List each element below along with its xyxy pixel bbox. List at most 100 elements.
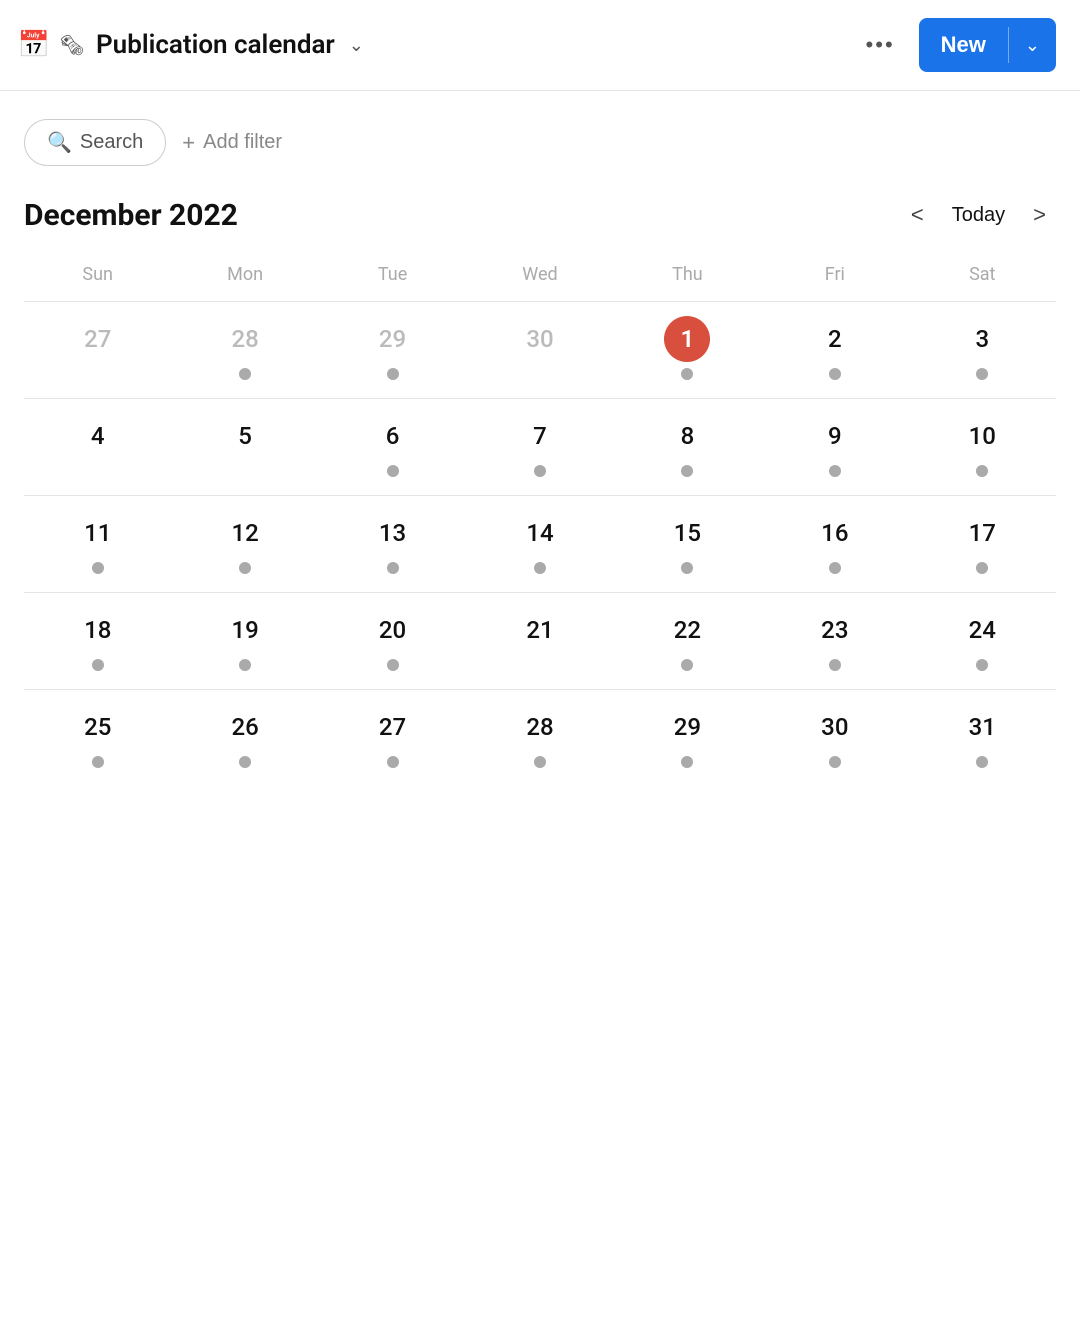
calendar-week: 4 5 6 7 8 910 — [24, 399, 1056, 496]
event-dot — [681, 368, 693, 380]
event-dot — [976, 756, 988, 768]
new-button[interactable]: New — [919, 18, 1008, 72]
day-number: 1 — [664, 316, 710, 362]
calendar-day[interactable]: 29 — [319, 302, 466, 399]
calendar-day[interactable]: 19 — [171, 593, 318, 690]
calendar-day[interactable]: 12 — [171, 496, 318, 593]
day-number: 15 — [664, 510, 710, 556]
day-number: 27 — [75, 316, 121, 362]
next-month-button[interactable]: > — [1023, 196, 1056, 234]
day-number: 21 — [517, 607, 563, 653]
search-button[interactable]: 🔍 Search — [24, 119, 166, 166]
prev-month-button[interactable]: < — [901, 196, 934, 234]
calendar-icon: 📅 — [16, 27, 52, 63]
calendar-day[interactable]: 22 — [614, 593, 761, 690]
day-number: 28 — [517, 704, 563, 750]
day-number: 8 — [664, 413, 710, 459]
calendar-section: December 2022 < Today > SunMonTueWedThuF… — [0, 176, 1080, 806]
event-dot — [534, 756, 546, 768]
calendar-day[interactable]: 9 — [761, 399, 908, 496]
event-dot — [387, 659, 399, 671]
calendar-day[interactable]: 1 — [614, 302, 761, 399]
day-number: 5 — [222, 413, 268, 459]
day-number: 29 — [664, 704, 710, 750]
calendar-day[interactable]: 23 — [761, 593, 908, 690]
calendar-day[interactable]: 21 — [466, 593, 613, 690]
calendar-day[interactable]: 25 — [24, 690, 171, 787]
calendar-day[interactable]: 24 — [909, 593, 1056, 690]
calendar-day[interactable]: 4 — [24, 399, 171, 496]
calendar-week: 1112 13 14 15 16 17 — [24, 496, 1056, 593]
day-header: Mon — [171, 264, 318, 302]
calendar-day[interactable]: 30 — [466, 302, 613, 399]
title-chevron-icon[interactable]: ⌄ — [349, 35, 364, 56]
calendar-day[interactable]: 7 — [466, 399, 613, 496]
calendar-day[interactable]: 15 — [614, 496, 761, 593]
calendar-day[interactable]: 31 — [909, 690, 1056, 787]
event-dot — [829, 465, 841, 477]
new-button-group: New ⌄ — [919, 18, 1056, 72]
event-dot — [829, 562, 841, 574]
today-button[interactable]: Today — [938, 198, 1019, 233]
calendar-day[interactable]: 18 — [24, 593, 171, 690]
calendar-day[interactable]: 28 — [171, 302, 318, 399]
new-dropdown-button[interactable]: ⌄ — [1009, 21, 1056, 70]
event-dot — [681, 756, 693, 768]
calendar-day[interactable]: 8 — [614, 399, 761, 496]
nav-controls: < Today > — [901, 196, 1056, 234]
calendar-day[interactable]: 27 — [24, 302, 171, 399]
day-number: 7 — [517, 413, 563, 459]
day-number: 18 — [75, 607, 121, 653]
event-dot — [387, 465, 399, 477]
calendar-day[interactable]: 5 — [171, 399, 318, 496]
event-dot — [976, 562, 988, 574]
add-filter-label: Add filter — [203, 131, 282, 154]
calendar-day[interactable]: 14 — [466, 496, 613, 593]
calendar-day[interactable]: 2 — [761, 302, 908, 399]
calendar-day[interactable]: 27 — [319, 690, 466, 787]
day-number: 13 — [370, 510, 416, 556]
more-options-button[interactable]: ••• — [858, 28, 903, 62]
calendar-day[interactable]: 3 — [909, 302, 1056, 399]
calendar-week: 27 28 29 30 1 23 — [24, 302, 1056, 399]
search-icon: 🔍 — [47, 130, 72, 155]
event-dot — [387, 562, 399, 574]
day-headers: SunMonTueWedThuFriSat — [24, 264, 1056, 302]
header-left: 📅 🗞 Publication calendar ⌄ — [16, 27, 364, 63]
calendar-day[interactable]: 30 — [761, 690, 908, 787]
day-number: 25 — [75, 704, 121, 750]
day-number: 16 — [812, 510, 858, 556]
day-number: 28 — [222, 316, 268, 362]
calendar-day[interactable]: 29 — [614, 690, 761, 787]
page-title: Publication calendar — [96, 30, 335, 60]
day-header: Thu — [614, 264, 761, 302]
day-number: 30 — [812, 704, 858, 750]
calendar-day[interactable]: 16 — [761, 496, 908, 593]
header-right: ••• New ⌄ — [858, 18, 1056, 72]
dot-placeholder — [534, 368, 546, 380]
dot-placeholder — [92, 368, 104, 380]
calendar-body: 2728293012345678910111213141516171819202… — [24, 302, 1056, 787]
event-dot — [387, 368, 399, 380]
event-dot — [829, 659, 841, 671]
calendar-day[interactable]: 28 — [466, 690, 613, 787]
event-dot — [681, 659, 693, 671]
event-dot — [239, 562, 251, 574]
calendar-day[interactable]: 10 — [909, 399, 1056, 496]
calendar-day[interactable]: 17 — [909, 496, 1056, 593]
event-dot — [829, 756, 841, 768]
calendar-day[interactable]: 20 — [319, 593, 466, 690]
day-header: Wed — [466, 264, 613, 302]
calendar-day[interactable]: 6 — [319, 399, 466, 496]
day-number: 30 — [517, 316, 563, 362]
calendar-day[interactable]: 26 — [171, 690, 318, 787]
day-number: 31 — [959, 704, 1005, 750]
calendar-day[interactable]: 13 — [319, 496, 466, 593]
event-dot — [976, 465, 988, 477]
day-number: 19 — [222, 607, 268, 653]
event-dot — [681, 562, 693, 574]
calendar-day[interactable]: 11 — [24, 496, 171, 593]
add-filter-button[interactable]: + Add filter — [182, 130, 282, 156]
filter-bar: 🔍 Search + Add filter — [0, 91, 1080, 176]
day-number: 14 — [517, 510, 563, 556]
